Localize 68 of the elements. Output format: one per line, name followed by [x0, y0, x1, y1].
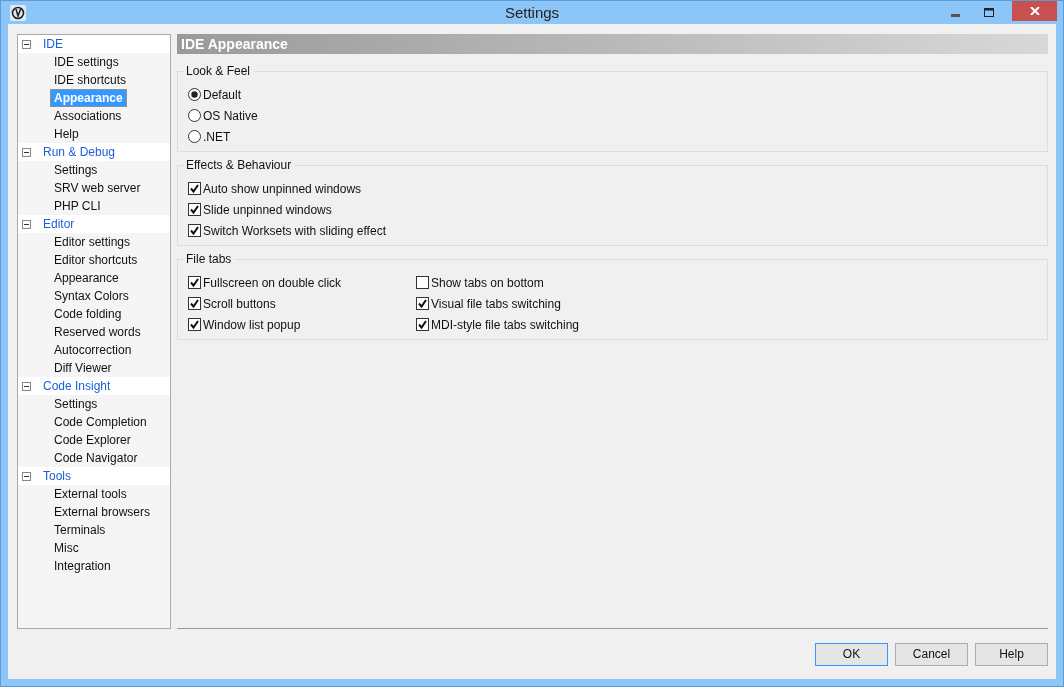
radio-button[interactable]: [188, 88, 201, 101]
close-icon: [1029, 7, 1040, 15]
dialog-button[interactable]: Help: [975, 642, 1048, 666]
app-logo-icon: [10, 4, 26, 21]
dialog-button[interactable]: Cancel: [895, 642, 968, 666]
tree-item[interactable]: Settings: [50, 161, 102, 179]
tree-item[interactable]: IDE shortcuts: [50, 71, 131, 89]
option-label: Show tabs on bottom: [431, 275, 544, 290]
tree-item[interactable]: Autocorrection: [50, 341, 136, 359]
option-label: MDI-style file tabs switching: [431, 317, 580, 332]
option-label: Window list popup: [203, 317, 301, 332]
tree-item[interactable]: Help: [50, 125, 83, 143]
tree-item[interactable]: External tools: [50, 485, 131, 503]
collapse-icon[interactable]: [22, 219, 31, 229]
tree-item[interactable]: Terminals: [50, 521, 110, 539]
tree-item[interactable]: Code Explorer: [50, 431, 135, 449]
checkbox[interactable]: [416, 276, 429, 289]
tree-item[interactable]: Editor settings: [50, 233, 135, 251]
radio-button[interactable]: [188, 109, 201, 122]
collapse-icon[interactable]: [22, 471, 31, 481]
checkbox[interactable]: [188, 276, 201, 289]
tree-item[interactable]: Integration: [50, 557, 115, 575]
tree-category[interactable]: Editor: [43, 217, 75, 231]
tree-category[interactable]: IDE: [43, 37, 63, 51]
option-label: Switch Worksets with sliding effect: [203, 223, 386, 238]
tree-item[interactable]: Syntax Colors: [50, 287, 133, 305]
tree-item[interactable]: PHP CLI: [50, 197, 105, 215]
tree-item[interactable]: Reserved words: [50, 323, 145, 341]
tree-item[interactable]: Code Navigator: [50, 449, 142, 467]
tree-item[interactable]: Settings: [50, 395, 102, 413]
option-label: Auto show unpinned windows: [203, 181, 362, 196]
checkbox[interactable]: [416, 318, 429, 331]
option-label: Fullscreen on double click: [203, 275, 342, 290]
option-label: Default: [203, 87, 242, 102]
checkbox[interactable]: [188, 224, 201, 237]
checkbox[interactable]: [188, 203, 201, 216]
tree-category[interactable]: Tools: [43, 469, 71, 483]
collapse-icon[interactable]: [22, 147, 31, 157]
checkbox[interactable]: [188, 318, 201, 331]
close-button[interactable]: [1012, 1, 1057, 21]
checkbox[interactable]: [416, 297, 429, 310]
tree-item[interactable]: Associations: [50, 107, 126, 125]
tree-item[interactable]: Diff Viewer: [50, 359, 116, 377]
tree-item[interactable]: Misc: [50, 539, 83, 557]
option-label: Slide unpinned windows: [203, 202, 332, 217]
tree-item[interactable]: Appearance: [50, 269, 123, 287]
tree-item[interactable]: SRV web server: [50, 179, 145, 197]
tree-item[interactable]: Code Completion: [50, 413, 151, 431]
collapse-icon[interactable]: [22, 381, 31, 391]
group-title: Effects & Behaviour: [185, 158, 293, 172]
group-title: Look & Feel: [185, 64, 252, 78]
dialog-button[interactable]: OK: [815, 642, 888, 666]
page-header: IDE Appearance: [177, 34, 1048, 54]
maximize-icon[interactable]: [984, 8, 994, 17]
option-label: Scroll buttons: [203, 296, 276, 311]
tree-item[interactable]: Code folding: [50, 305, 126, 323]
tree-item[interactable]: External browsers: [50, 503, 155, 521]
window-title: Settings: [504, 4, 560, 21]
option-label: Visual file tabs switching: [431, 296, 561, 311]
radio-button[interactable]: [188, 130, 201, 143]
checkbox[interactable]: [188, 297, 201, 310]
option-label: .NET: [203, 129, 231, 144]
option-label: OS Native: [203, 108, 258, 123]
tree-item[interactable]: Editor shortcuts: [50, 251, 142, 269]
checkbox[interactable]: [188, 182, 201, 195]
collapse-icon[interactable]: [22, 39, 31, 49]
tree-item[interactable]: IDE settings: [50, 53, 123, 71]
group-title: File tabs: [185, 252, 233, 266]
